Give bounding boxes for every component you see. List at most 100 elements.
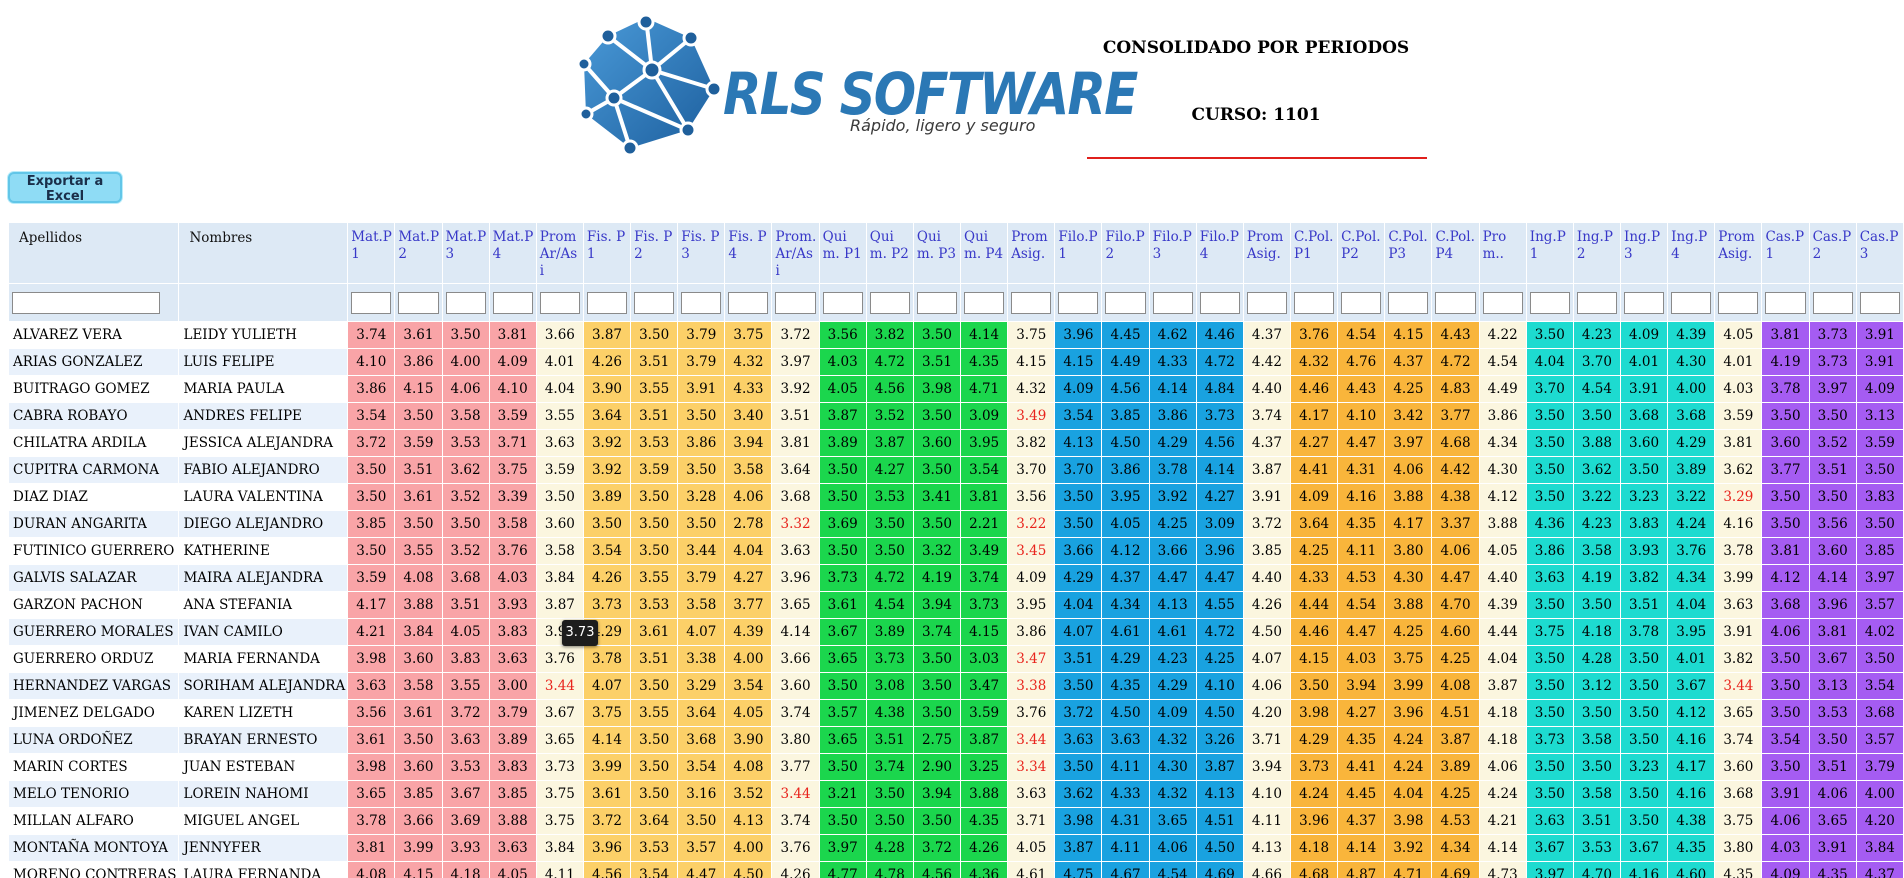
column-header[interactable]: Quim. P2	[865, 222, 914, 284]
grade-cell: 4.13	[1195, 780, 1244, 808]
grade-cell: 3.51	[630, 348, 679, 376]
grade-cell: 3.83	[441, 645, 490, 673]
column-header[interactable]: Ing.P2	[1572, 222, 1622, 284]
column-header[interactable]: Fis. P2	[630, 222, 679, 284]
column-filter-input[interactable]	[1859, 292, 1900, 314]
column-filter-input[interactable]	[1718, 292, 1759, 314]
grades-table-container[interactable]: Apellidos Nombres Mat.P1 Mat.P2 Mat.P3 Mat.P4…	[8, 222, 1904, 878]
column-filter-input[interactable]	[539, 292, 580, 314]
column-filter-input[interactable]	[1529, 292, 1570, 314]
header-apellidos[interactable]: Apellidos	[8, 222, 180, 284]
column-header[interactable]: Filo.P2	[1101, 222, 1150, 284]
grade-cell: 3.86	[1525, 537, 1574, 565]
column-filter-input[interactable]	[1765, 292, 1806, 314]
column-filter-input[interactable]	[351, 292, 392, 314]
column-filter-input[interactable]	[1199, 292, 1240, 314]
grade-cell: 3.94	[1337, 672, 1386, 700]
grade-cell: 3.50	[1761, 402, 1810, 430]
grade-cell: 4.36	[1525, 510, 1574, 538]
column-filter-input[interactable]	[964, 292, 1005, 314]
column-filter-input[interactable]	[822, 292, 863, 314]
column-filter-input[interactable]	[1388, 292, 1429, 314]
grade-cell: 3.72	[582, 807, 632, 835]
column-header[interactable]: Prom. Ar/Asi	[771, 222, 820, 284]
column-filter-input[interactable]	[1058, 292, 1099, 314]
column-filter-input[interactable]	[1624, 292, 1665, 314]
filter-apellidos-input[interactable]	[12, 292, 160, 314]
header-nombres[interactable]: Nombres	[178, 222, 349, 284]
column-filter-input[interactable]	[1294, 292, 1335, 314]
column-header[interactable]: Filo.P1	[1054, 222, 1103, 284]
grade-cell: 4.44	[1290, 591, 1339, 619]
column-header[interactable]: Quim. P1	[818, 222, 867, 284]
column-filter-input[interactable]	[1105, 292, 1146, 314]
column-header[interactable]: C.Pol.P3	[1384, 222, 1433, 284]
grade-cell: 4.29	[1148, 429, 1197, 457]
grade-cell: 3.50	[865, 780, 914, 808]
column-filter-input[interactable]	[398, 292, 439, 314]
grade-cell: 3.90	[724, 726, 773, 754]
export-excel-button[interactable]: Exportar a Excel	[8, 172, 122, 204]
grade-cell: 3.96	[1195, 537, 1244, 565]
column-filter-input[interactable]	[775, 292, 816, 314]
grade-cell: 4.14	[1478, 834, 1527, 862]
column-filter-input[interactable]	[1435, 292, 1476, 314]
column-filter-input[interactable]	[1341, 292, 1382, 314]
column-filter-input[interactable]	[1152, 292, 1193, 314]
grade-cell: 4.22	[1478, 321, 1527, 349]
grade-cell: 3.70	[1525, 375, 1574, 403]
column-filter-input[interactable]	[1246, 292, 1288, 314]
column-header[interactable]: C.Pol.P2	[1337, 222, 1386, 284]
grade-cell: 3.87	[1054, 834, 1103, 862]
column-filter-input[interactable]	[1812, 292, 1853, 314]
column-header[interactable]: Ing.P1	[1525, 222, 1574, 284]
column-header[interactable]: Filo.P4	[1195, 222, 1244, 284]
grade-cell: 4.35	[960, 348, 1009, 376]
column-filter-input[interactable]	[492, 292, 533, 314]
column-header[interactable]: Quim. P4	[960, 222, 1009, 284]
column-filter-input[interactable]	[681, 292, 722, 314]
column-filter-input[interactable]	[1671, 292, 1712, 314]
column-header[interactable]: Mat.P3	[441, 222, 490, 284]
column-filter-input[interactable]	[916, 292, 958, 314]
column-filter-input[interactable]	[634, 292, 675, 314]
grade-cell: 3.50	[1525, 456, 1574, 484]
column-filter-input[interactable]	[1011, 292, 1052, 314]
column-filter-input[interactable]	[586, 292, 628, 314]
column-filter-input[interactable]	[728, 292, 769, 314]
grade-cell: 3.98	[912, 375, 962, 403]
column-header[interactable]: Prom..	[1478, 222, 1527, 284]
column-header[interactable]: C.Pol.P4	[1431, 222, 1480, 284]
column-header[interactable]: Cas.P1	[1761, 222, 1810, 284]
column-filter-input[interactable]	[1576, 292, 1618, 314]
grade-cell: 3.88	[960, 780, 1009, 808]
column-header[interactable]: Prom Ar/Asi	[535, 222, 584, 284]
grade-cell: 3.49	[960, 537, 1009, 565]
column-header[interactable]: Fis. P4	[724, 222, 773, 284]
column-header[interactable]: Mat.P4	[488, 222, 537, 284]
grade-cell: 3.76	[1290, 321, 1339, 349]
column-header[interactable]: Fis. P3	[677, 222, 726, 284]
column-header[interactable]: Ing.P3	[1620, 222, 1669, 284]
column-header[interactable]: C.Pol.P1	[1290, 222, 1339, 284]
grade-cell: 3.50	[1761, 483, 1810, 511]
column-header[interactable]: Mat.P1	[347, 222, 396, 284]
column-header[interactable]: Prom Asig.	[1714, 222, 1763, 284]
grade-cell: 3.89	[488, 726, 537, 754]
column-filter-input[interactable]	[1482, 292, 1523, 314]
column-header[interactable]: Prom Asig.	[1007, 222, 1056, 284]
grade-cell: 3.81	[1761, 321, 1810, 349]
column-header[interactable]: Ing.P4	[1667, 222, 1716, 284]
column-header[interactable]: Prom Asig.	[1242, 222, 1292, 284]
grade-cell: 3.12	[1572, 672, 1622, 700]
column-header[interactable]: Filo.P3	[1148, 222, 1197, 284]
column-header[interactable]: Mat.P2	[394, 222, 443, 284]
grade-cell: 3.56	[818, 321, 867, 349]
column-filter-input[interactable]	[869, 292, 910, 314]
column-header[interactable]: Quim. P3	[912, 222, 962, 284]
column-header[interactable]: Cas.P2	[1808, 222, 1857, 284]
column-header[interactable]: Fis. P1	[582, 222, 632, 284]
column-filter-input[interactable]	[445, 292, 486, 314]
grade-cell: 3.52	[865, 402, 914, 430]
column-header[interactable]: Cas.P3	[1855, 222, 1904, 284]
